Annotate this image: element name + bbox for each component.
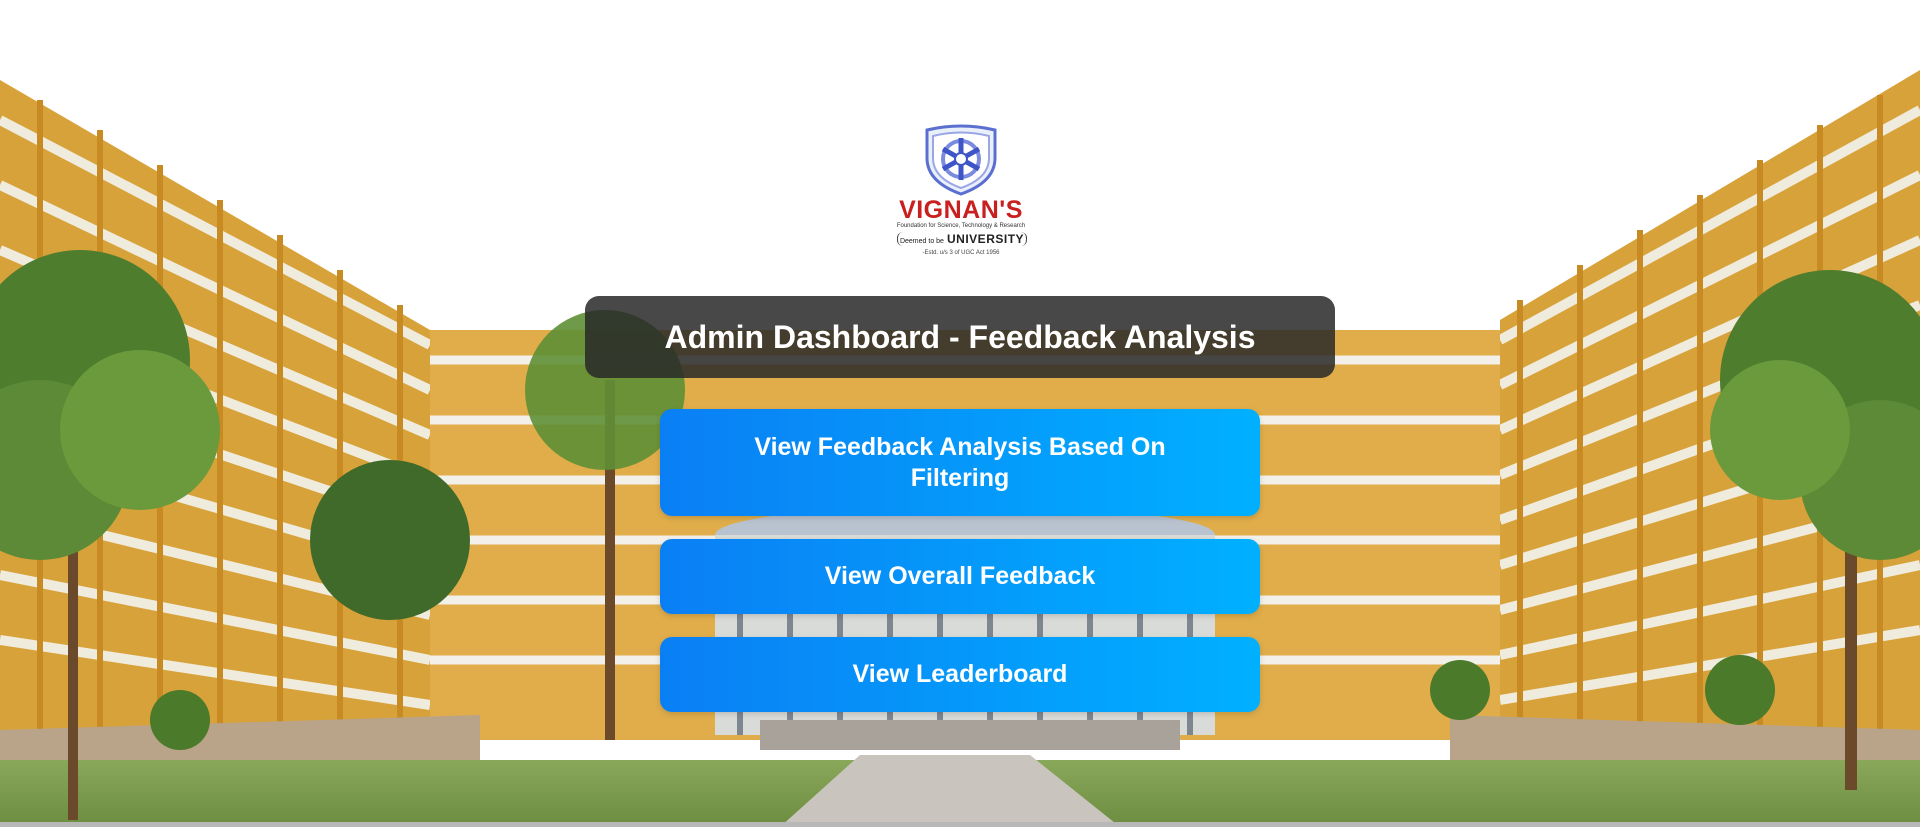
brand-established: -Estd. u/s 3 of UGC Act 1956 bbox=[922, 250, 1000, 256]
brand-name: VIGNAN'S bbox=[899, 196, 1023, 224]
page: VIGNAN'S Foundation for Science, Technol… bbox=[0, 0, 1920, 827]
brand-university-line: Deemed to be UNIVERSITY bbox=[897, 232, 1027, 246]
view-feedback-analysis-filtering-button[interactable]: View Feedback Analysis Based On Filterin… bbox=[660, 409, 1260, 516]
page-title: Admin Dashboard - Feedback Analysis bbox=[664, 318, 1256, 355]
page-title-banner: Admin Dashboard - Feedback Analysis bbox=[585, 296, 1335, 378]
brand-univ-prefix: Deemed to be bbox=[899, 238, 944, 245]
shield-emblem-icon bbox=[925, 124, 997, 196]
brand-univ-word: UNIVERSITY bbox=[947, 232, 1025, 246]
brand-tagline: Foundation for Science, Technology & Res… bbox=[896, 223, 1026, 229]
view-leaderboard-button[interactable]: View Leaderboard bbox=[660, 637, 1260, 712]
view-overall-feedback-button[interactable]: View Overall Feedback bbox=[660, 539, 1260, 614]
university-logo: VIGNAN'S Foundation for Science, Technol… bbox=[889, 124, 1033, 260]
dashboard-container: VIGNAN'S Foundation for Science, Technol… bbox=[0, 0, 1920, 827]
